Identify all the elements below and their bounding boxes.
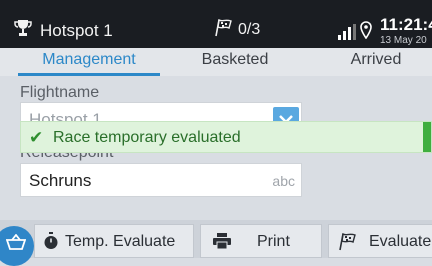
trophy-icon xyxy=(14,20,32,36)
toast-message: Race temporary evaluated xyxy=(53,129,241,146)
stopwatch-icon xyxy=(44,232,58,249)
print-button[interactable]: Print xyxy=(200,224,322,258)
status-bar: Hotspot 1 0/3 11:21:4 13 May 20 xyxy=(0,0,432,48)
evaluate-button[interactable]: Evaluate xyxy=(328,224,432,258)
flag-icon xyxy=(215,19,232,37)
temp-evaluate-button[interactable]: Temp. Evaluate xyxy=(34,224,194,258)
date: 13 May 20 xyxy=(380,35,427,46)
result-counter: 0/3 xyxy=(238,21,261,38)
toast-accent xyxy=(423,122,431,152)
temp-evaluate-label: Temp. Evaluate xyxy=(65,233,176,250)
success-toast: ✔ Race temporary evaluated xyxy=(20,121,432,153)
bottom-toolbar: Temp. Evaluate Print Evaluate xyxy=(0,220,432,258)
tab-basketed[interactable]: Basketed xyxy=(170,48,300,76)
check-icon: ✔ xyxy=(29,128,44,147)
tab-arrived[interactable]: Arrived xyxy=(320,48,432,76)
floating-action-button[interactable] xyxy=(0,226,34,266)
basket-icon xyxy=(6,234,26,250)
tab-management[interactable]: Management xyxy=(18,48,160,76)
tab-bar: Management Basketed Arrived xyxy=(0,48,432,76)
releasepoint-value: Schruns xyxy=(29,171,92,190)
input-type-hint: abc xyxy=(272,173,295,189)
signal-icon xyxy=(338,24,356,40)
clock: 11:21:4 xyxy=(380,15,432,34)
flightname-label: Flightname xyxy=(20,84,100,101)
location-icon xyxy=(360,21,372,39)
flag-icon xyxy=(339,233,356,251)
print-label: Print xyxy=(257,233,290,250)
evaluate-label: Evaluate xyxy=(369,233,432,250)
releasepoint-field[interactable]: Schruns abc xyxy=(20,163,302,197)
printer-icon xyxy=(213,233,231,249)
hotspot-title: Hotspot 1 xyxy=(40,21,113,40)
